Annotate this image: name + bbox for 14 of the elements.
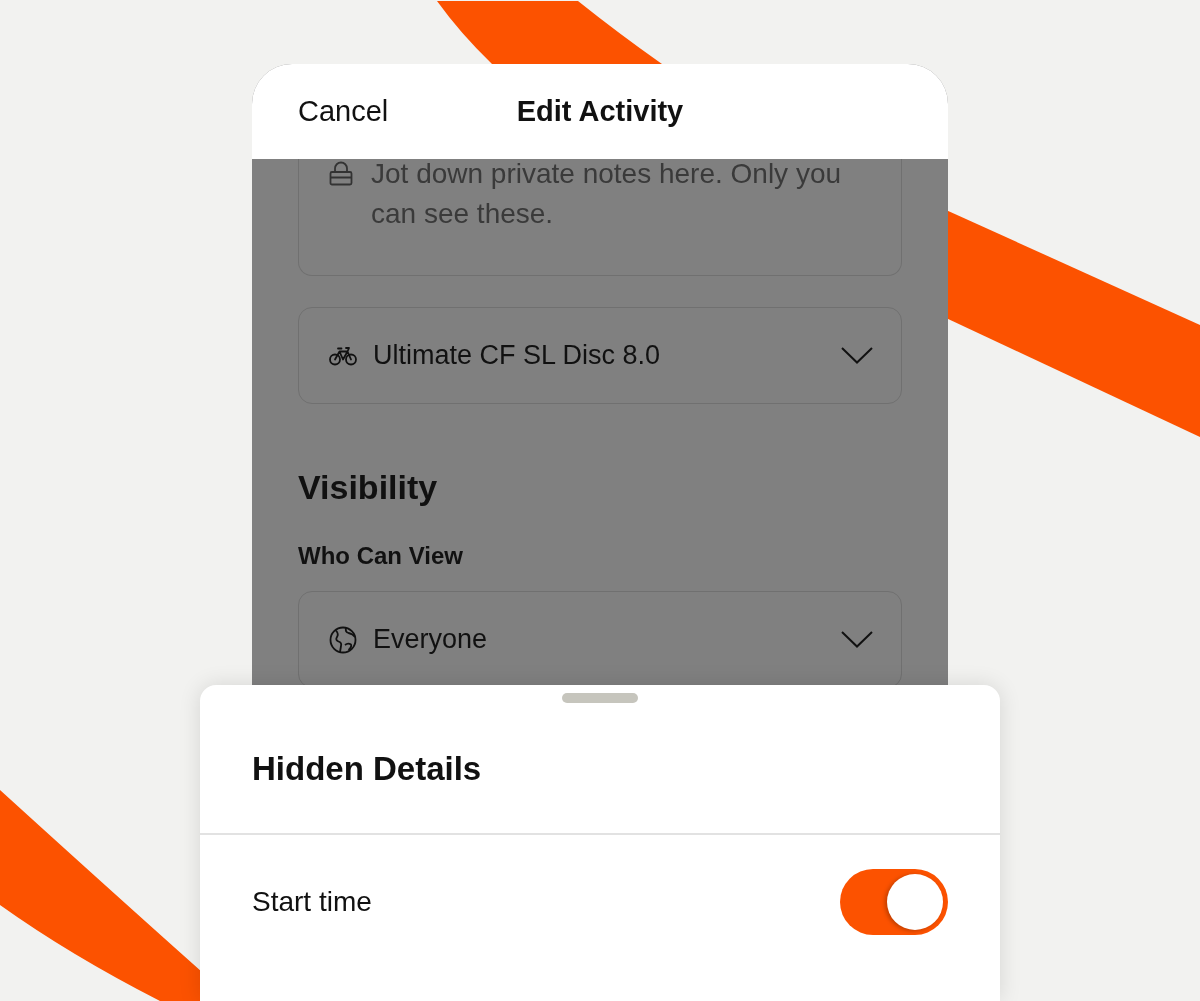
setting-label: Start time	[252, 886, 372, 918]
lock-icon	[329, 161, 353, 186]
notes-field[interactable]: Jot down private notes here. Only you can see these.	[298, 159, 902, 276]
drag-handle[interactable]	[562, 693, 638, 703]
globe-icon	[329, 625, 357, 654]
chevron-down-icon	[841, 631, 873, 648]
gear-dropdown[interactable]: Ultimate CF SL Disc 8.0	[298, 307, 902, 404]
cancel-button[interactable]: Cancel	[298, 95, 389, 128]
screen-title: Edit Activity	[516, 95, 684, 128]
chevron-down-icon	[841, 347, 873, 364]
section-heading: Visibility	[298, 467, 439, 507]
bicycle-icon	[329, 345, 357, 366]
field-label: Who Can View	[298, 541, 464, 571]
sheet-title: Hidden Details	[252, 749, 483, 789]
